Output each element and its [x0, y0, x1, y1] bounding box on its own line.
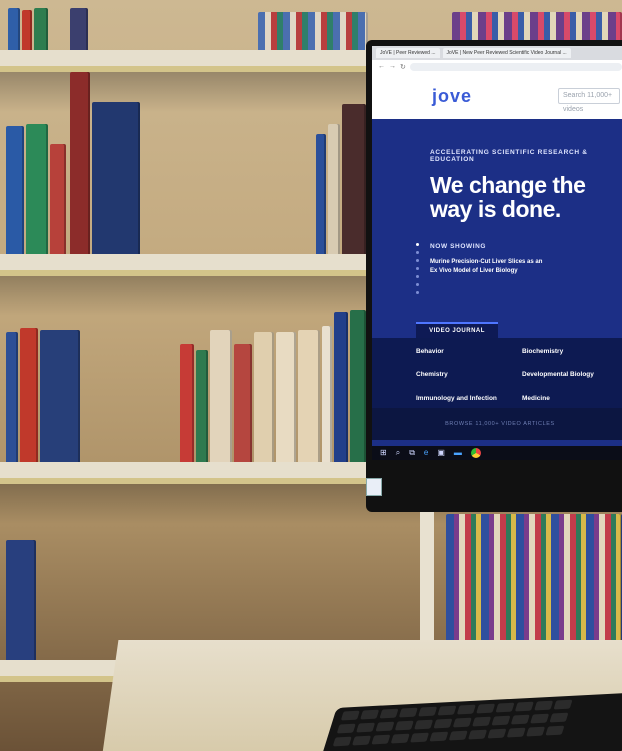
reload-icon[interactable]: ↻ — [400, 63, 406, 71]
now-showing-label: NOW SHOWING — [430, 243, 487, 250]
shelf-plank — [0, 50, 380, 72]
book — [276, 332, 296, 462]
site-search-input[interactable]: Search 11,000+ videos — [558, 88, 620, 113]
book — [180, 344, 194, 462]
book — [50, 144, 66, 254]
carousel-dot[interactable] — [416, 291, 419, 294]
carousel-dots[interactable] — [416, 243, 419, 294]
windows-start-icon[interactable]: ⊞ — [380, 446, 387, 460]
book — [92, 102, 140, 254]
book — [258, 12, 368, 50]
forward-icon[interactable]: → — [389, 63, 396, 70]
book — [342, 104, 366, 254]
book — [6, 126, 24, 254]
journal-link[interactable]: Chemistry — [416, 371, 522, 384]
hero-section: ACCELERATING SCIENTIFIC RESEARCH & EDUCA… — [372, 119, 622, 294]
book — [328, 124, 340, 254]
book — [40, 330, 80, 462]
taskbar: ⊞ ⌕ ⧉ e ▣ ▬ — [372, 446, 622, 460]
url-input[interactable] — [409, 62, 622, 71]
folder-icon[interactable]: ▬ — [454, 446, 462, 460]
store-icon[interactable]: ▣ — [437, 446, 445, 460]
browser-tab-bar: JoVE | Peer Reviewed ... JoVE | New Peer… — [372, 46, 622, 60]
book-row — [0, 514, 622, 642]
carousel-dot[interactable] — [416, 251, 419, 254]
book — [34, 8, 48, 50]
book — [196, 350, 208, 462]
journal-link[interactable]: Developmental Biology — [522, 371, 622, 384]
site-header: jove Search 11,000+ videos — [372, 73, 622, 119]
book — [8, 8, 20, 50]
book — [26, 124, 48, 254]
monitor-screen: JoVE | Peer Reviewed ... JoVE | New Peer… — [372, 46, 622, 460]
journal-link[interactable]: Medicine — [522, 395, 622, 408]
shelf-post — [420, 500, 434, 650]
carousel-dot[interactable] — [416, 259, 419, 262]
journal-sections: Behavior Biochemistry Chemistry Developm… — [372, 338, 622, 408]
book — [70, 72, 90, 254]
edge-icon[interactable]: e — [424, 446, 428, 460]
book — [298, 330, 320, 462]
monitor-sticker — [366, 478, 382, 496]
book — [322, 326, 332, 462]
hero-tagline: ACCELERATING SCIENTIFIC RESEARCH & EDUCA… — [430, 149, 588, 163]
book — [210, 330, 232, 462]
now-showing-title[interactable]: Murine Precision-Cut Liver Slices as an … — [430, 258, 550, 276]
book — [350, 310, 366, 462]
book — [254, 332, 274, 462]
hero-headline: We change the way is done. — [430, 172, 586, 222]
now-showing: NOW SHOWING Murine Precision-Cut Liver S… — [416, 243, 616, 294]
book — [70, 8, 88, 50]
book — [316, 134, 326, 254]
book — [334, 312, 348, 462]
browser-tab[interactable]: JoVE | Peer Reviewed ... — [376, 48, 440, 58]
carousel-dot[interactable] — [416, 275, 419, 278]
journal-link[interactable]: Immunology and Infection — [416, 395, 522, 408]
articles-strip[interactable]: BROWSE 11,000+ VIDEO ARTICLES — [372, 408, 622, 440]
photo-scene: JoVE | Peer Reviewed ... JoVE | New Peer… — [0, 0, 622, 751]
shelf-plank — [0, 254, 370, 276]
book — [6, 332, 18, 462]
book — [20, 328, 38, 462]
address-bar: ← → ↻ — [372, 60, 622, 73]
book — [234, 344, 252, 462]
task-view-icon[interactable]: ⧉ — [409, 446, 415, 460]
search-icon[interactable]: ⌕ — [396, 446, 400, 460]
site-logo[interactable]: jove — [432, 86, 472, 107]
shelf-plank — [0, 462, 370, 484]
tab-video-journal[interactable]: VIDEO JOURNAL — [416, 322, 498, 338]
browser-tab[interactable]: JoVE | New Peer Reviewed Scientific Vide… — [442, 48, 571, 58]
journal-link[interactable]: Behavior — [416, 348, 522, 361]
book — [22, 10, 32, 50]
chrome-icon[interactable] — [470, 448, 481, 458]
book — [446, 514, 622, 642]
carousel-dot[interactable] — [416, 267, 419, 270]
carousel-dot[interactable] — [416, 283, 419, 286]
carousel-dot[interactable] — [416, 243, 419, 246]
journal-link[interactable]: Biochemistry — [522, 348, 622, 361]
back-icon[interactable]: ← — [378, 63, 385, 70]
